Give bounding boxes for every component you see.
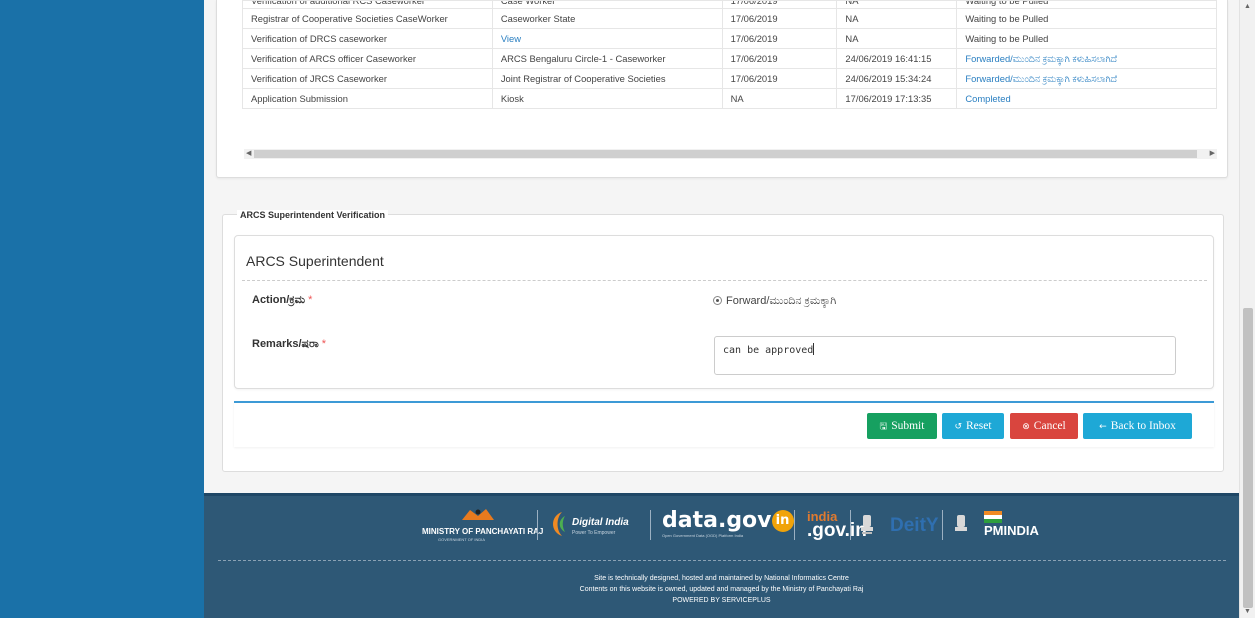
table-cell-stage: Registrar of Cooperative Societies CaseW… xyxy=(242,8,493,29)
table-row: Application Submission Kiosk NA 17/06/2019 … xyxy=(242,88,1217,109)
submit-button[interactable]: 🖫 Submit xyxy=(867,413,937,439)
table-cell-received: NA xyxy=(721,88,838,109)
footer-line-serviceplus: POWERED BY SERVICEPLUS xyxy=(672,597,771,604)
footer: MINISTRY OF PANCHAYATI RAJ GOVERNMENT OF… xyxy=(204,493,1239,618)
table-cell-status: Waiting to be Pulled xyxy=(956,28,1217,49)
table-cell-stage: Verification of ARCS officer Caseworker xyxy=(242,48,493,69)
table-cell-processed: NA xyxy=(836,0,958,9)
table-cell-received: 17/06/2019 xyxy=(721,8,838,29)
remarks-textarea[interactable]: can be approved xyxy=(714,336,1176,375)
required-marker: * xyxy=(321,338,326,350)
table-cell-officer: Joint Registrar of Cooperative Societies xyxy=(491,68,723,89)
partner-logos: MINISTRY OF PANCHAYATI RAJ GOVERNMENT OF… xyxy=(422,503,1062,547)
logo-separator xyxy=(794,510,795,540)
vertical-scroll-thumb[interactable] xyxy=(1243,308,1253,608)
table-cell-stage: Verification of DRCS caseworker xyxy=(242,28,493,49)
horizontal-scroll-thumb[interactable] xyxy=(254,150,1197,158)
pmindia-logo[interactable]: PMINDIA xyxy=(984,523,1039,538)
table-row: Verification of JRCS Caseworker Joint Reg… xyxy=(242,68,1217,89)
main-content: Verification of additional RCS Caseworke… xyxy=(204,0,1239,493)
datagov-in-badge: in xyxy=(771,510,794,532)
horizontal-scrollbar[interactable]: ◀ ▶ xyxy=(244,149,1217,159)
x-circle-icon: ⊗ xyxy=(1022,422,1030,432)
digital-india-swirl-icon xyxy=(553,512,565,536)
table-row: Verification of ARCS officer Caseworker A… xyxy=(242,48,1217,69)
panel-title: ARCS Superintendent xyxy=(246,253,384,269)
logo-separator xyxy=(850,510,851,540)
deity-logo[interactable]: DeitY xyxy=(890,515,939,537)
table-cell-officer: ARCS Bengaluru Circle-1 - Caseworker xyxy=(491,48,723,69)
verification-legend: ARCS Superintendent Verification xyxy=(237,210,389,220)
table-cell-stage: Verification of additional RCS Caseworke… xyxy=(242,0,493,9)
reset-button[interactable]: ↺ Reset xyxy=(942,413,1004,439)
panel-divider xyxy=(242,280,1207,281)
table-cell-officer: Caseworker State xyxy=(491,8,723,29)
footer-divider xyxy=(218,560,1226,561)
table-cell-processed: NA xyxy=(836,8,958,29)
table-cell-received: 17/06/2019 xyxy=(721,48,838,69)
table-cell-stage: Application Submission xyxy=(242,88,493,109)
footer-line-nic: Site is technically designed, hosted and… xyxy=(594,575,849,582)
table-cell-status[interactable]: Forwarded/ಮುಂದಿನ ಕ್ರಮಕ್ಕಾಗಿ ಕಳುಹಿಸಲಾಗಿದೆ xyxy=(956,48,1217,69)
table-cell-officer: Kiosk xyxy=(491,88,723,109)
cancel-button[interactable]: ⊗ Cancel xyxy=(1010,413,1078,439)
forward-radio-label: Forward/ಮುಂದಿನ ಕ್ರಮಕ್ಕಾಗಿ xyxy=(726,295,837,307)
undo-icon: ↺ xyxy=(954,422,962,432)
radio-selected-icon[interactable] xyxy=(713,296,722,305)
scroll-up-icon[interactable]: ▲ xyxy=(1244,3,1251,10)
action-label: Action/ಕ್ರಮ * xyxy=(252,294,313,306)
table-cell-received: 17/06/2019 xyxy=(721,0,838,9)
scroll-left-icon[interactable]: ◀ xyxy=(246,149,251,157)
superintendent-panel: ARCS Superintendent Action/ಕ್ರಮ * Forward… xyxy=(234,235,1214,389)
logo-separator xyxy=(942,510,943,540)
left-background-band xyxy=(0,0,204,618)
datagov-sub: Open Government Data (OGD) Platform Indi… xyxy=(662,533,744,538)
table-row: Verification of DRCS caseworker View 17/06… xyxy=(242,28,1217,49)
required-marker: * xyxy=(308,294,313,306)
table-cell-processed: 17/06/2019 17:13:35 xyxy=(836,88,958,109)
table-cell-processed: NA xyxy=(836,28,958,49)
table-cell-processed: 24/06/2019 15:34:24 xyxy=(836,68,958,89)
digital-india-sub: Power To Empower xyxy=(572,530,616,536)
verification-fieldset: ARCS Superintendent Verification ARCS Su… xyxy=(222,210,1224,472)
national-emblem-icon xyxy=(955,515,967,531)
table-cell-stage: Verification of JRCS Caseworker xyxy=(242,68,493,89)
forward-radio[interactable]: Forward/ಮುಂದಿನ ಕ್ರಮಕ್ಕಾಗಿ xyxy=(713,295,836,308)
mopr-emblem-icon xyxy=(462,509,494,520)
table-cell-received: 17/06/2019 xyxy=(721,68,838,89)
scroll-down-icon[interactable]: ▼ xyxy=(1244,608,1251,615)
table-cell-processed: 24/06/2019 16:41:15 xyxy=(836,48,958,69)
status-table: Verification of additional RCS Caseworke… xyxy=(242,0,1217,109)
remarks-text: can be approved xyxy=(723,345,814,356)
application-status-panel: Verification of additional RCS Caseworke… xyxy=(216,0,1228,178)
table-cell-status[interactable]: Completed xyxy=(956,88,1217,109)
table-row: Registrar of Cooperative Societies CaseW… xyxy=(242,8,1217,29)
action-bar: 🖫 Submit ↺ Reset ⊗ Cancel ← Back to Inbox xyxy=(234,401,1214,447)
logo-separator xyxy=(650,510,651,540)
national-emblem-icon xyxy=(861,515,873,534)
logo-separator xyxy=(537,510,538,540)
remarks-label: Remarks/ಷರಾ * xyxy=(252,338,326,350)
back-to-inbox-button[interactable]: ← Back to Inbox xyxy=(1083,413,1192,439)
arrow-left-icon: ← xyxy=(1099,422,1107,432)
scroll-right-icon[interactable]: ▶ xyxy=(1210,149,1215,157)
mopr-sub: GOVERNMENT OF INDIA xyxy=(438,537,486,542)
floppy-disk-icon: 🖫 xyxy=(879,422,888,432)
india-flag-icon xyxy=(984,511,1002,523)
footer-line-ministry: Contents on this website is owned, updat… xyxy=(579,586,864,593)
datagov-logo[interactable]: data.gov in xyxy=(662,508,794,533)
digital-india-logo[interactable]: Digital India xyxy=(572,517,629,528)
vertical-scrollbar[interactable]: ▲ ▼ xyxy=(1239,0,1255,618)
table-cell-officer: Case Worker xyxy=(491,0,723,9)
table-cell-status: Waiting to be Pulled xyxy=(956,0,1217,9)
table-cell-status[interactable]: Forwarded/ಮುಂದಿನ ಕ್ರಮಕ್ಕಾಗಿ ಕಳುಹಿಸಲಾಗಿದೆ xyxy=(956,68,1217,89)
table-cell-officer[interactable]: View xyxy=(491,28,723,49)
table-row: Verification of additional RCS Caseworke… xyxy=(242,0,1217,9)
table-cell-received: 17/06/2019 xyxy=(721,28,838,49)
table-cell-status: Waiting to be Pulled xyxy=(956,8,1217,29)
text-caret xyxy=(813,343,815,355)
mopr-logo[interactable]: MINISTRY OF PANCHAYATI RAJ xyxy=(422,527,543,536)
